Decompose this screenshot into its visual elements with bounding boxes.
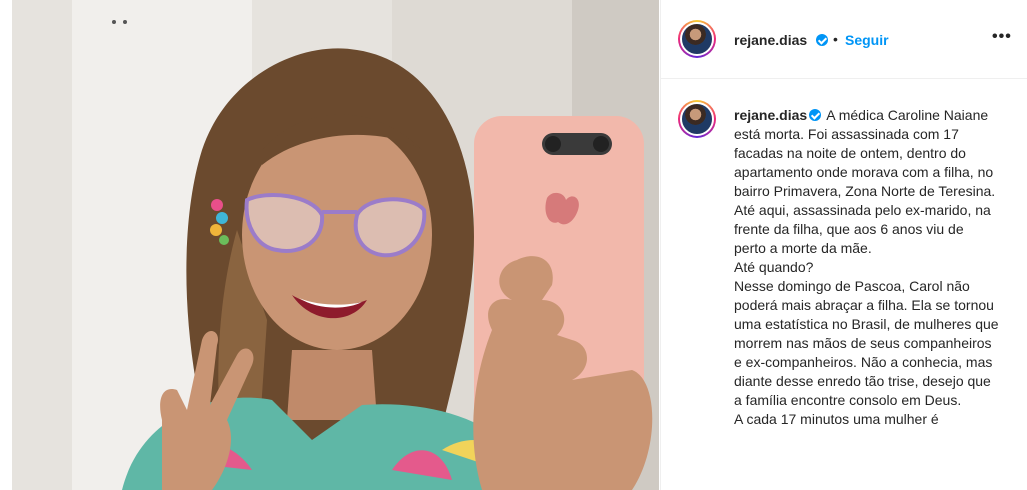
follow-button[interactable]: Seguir — [845, 32, 889, 48]
caption-paragraph-3: Até quando? — [734, 259, 814, 275]
post-photo[interactable] — [12, 0, 659, 490]
selfie-image — [12, 0, 659, 490]
post-sidebar: rejane.dias • Seguir ••• rejane.dias A m… — [660, 0, 1027, 490]
caption-area: rejane.dias A médica Caroline Naiane est… — [661, 80, 1027, 490]
avatar-image — [680, 22, 714, 56]
caption-paragraph-2: Até aqui, assassinada pelo ex-marido, na… — [734, 202, 991, 256]
caption-author-avatar[interactable] — [678, 100, 716, 138]
avatar-image — [680, 102, 714, 136]
post-caption: rejane.dias A médica Caroline Naiane est… — [734, 106, 999, 429]
verified-badge-icon — [809, 109, 822, 121]
caption-paragraph-4: Nesse domingo de Pascoa, Carol não poder… — [734, 278, 999, 408]
left-gutter — [0, 0, 12, 490]
author-username[interactable]: rejane.dias — [734, 32, 807, 48]
verified-badge-icon — [816, 34, 828, 46]
caption-paragraph-1: rejane.dias A médica Caroline Naiane est… — [734, 106, 999, 201]
caption-username[interactable]: rejane.dias — [734, 107, 807, 123]
header-separator: • — [833, 31, 838, 47]
more-options-icon[interactable]: ••• — [992, 28, 1012, 46]
author-avatar[interactable] — [678, 20, 716, 58]
caption-paragraph-5: A cada 17 minutos uma mulher é — [734, 411, 939, 427]
post-header: rejane.dias • Seguir ••• — [661, 0, 1027, 79]
